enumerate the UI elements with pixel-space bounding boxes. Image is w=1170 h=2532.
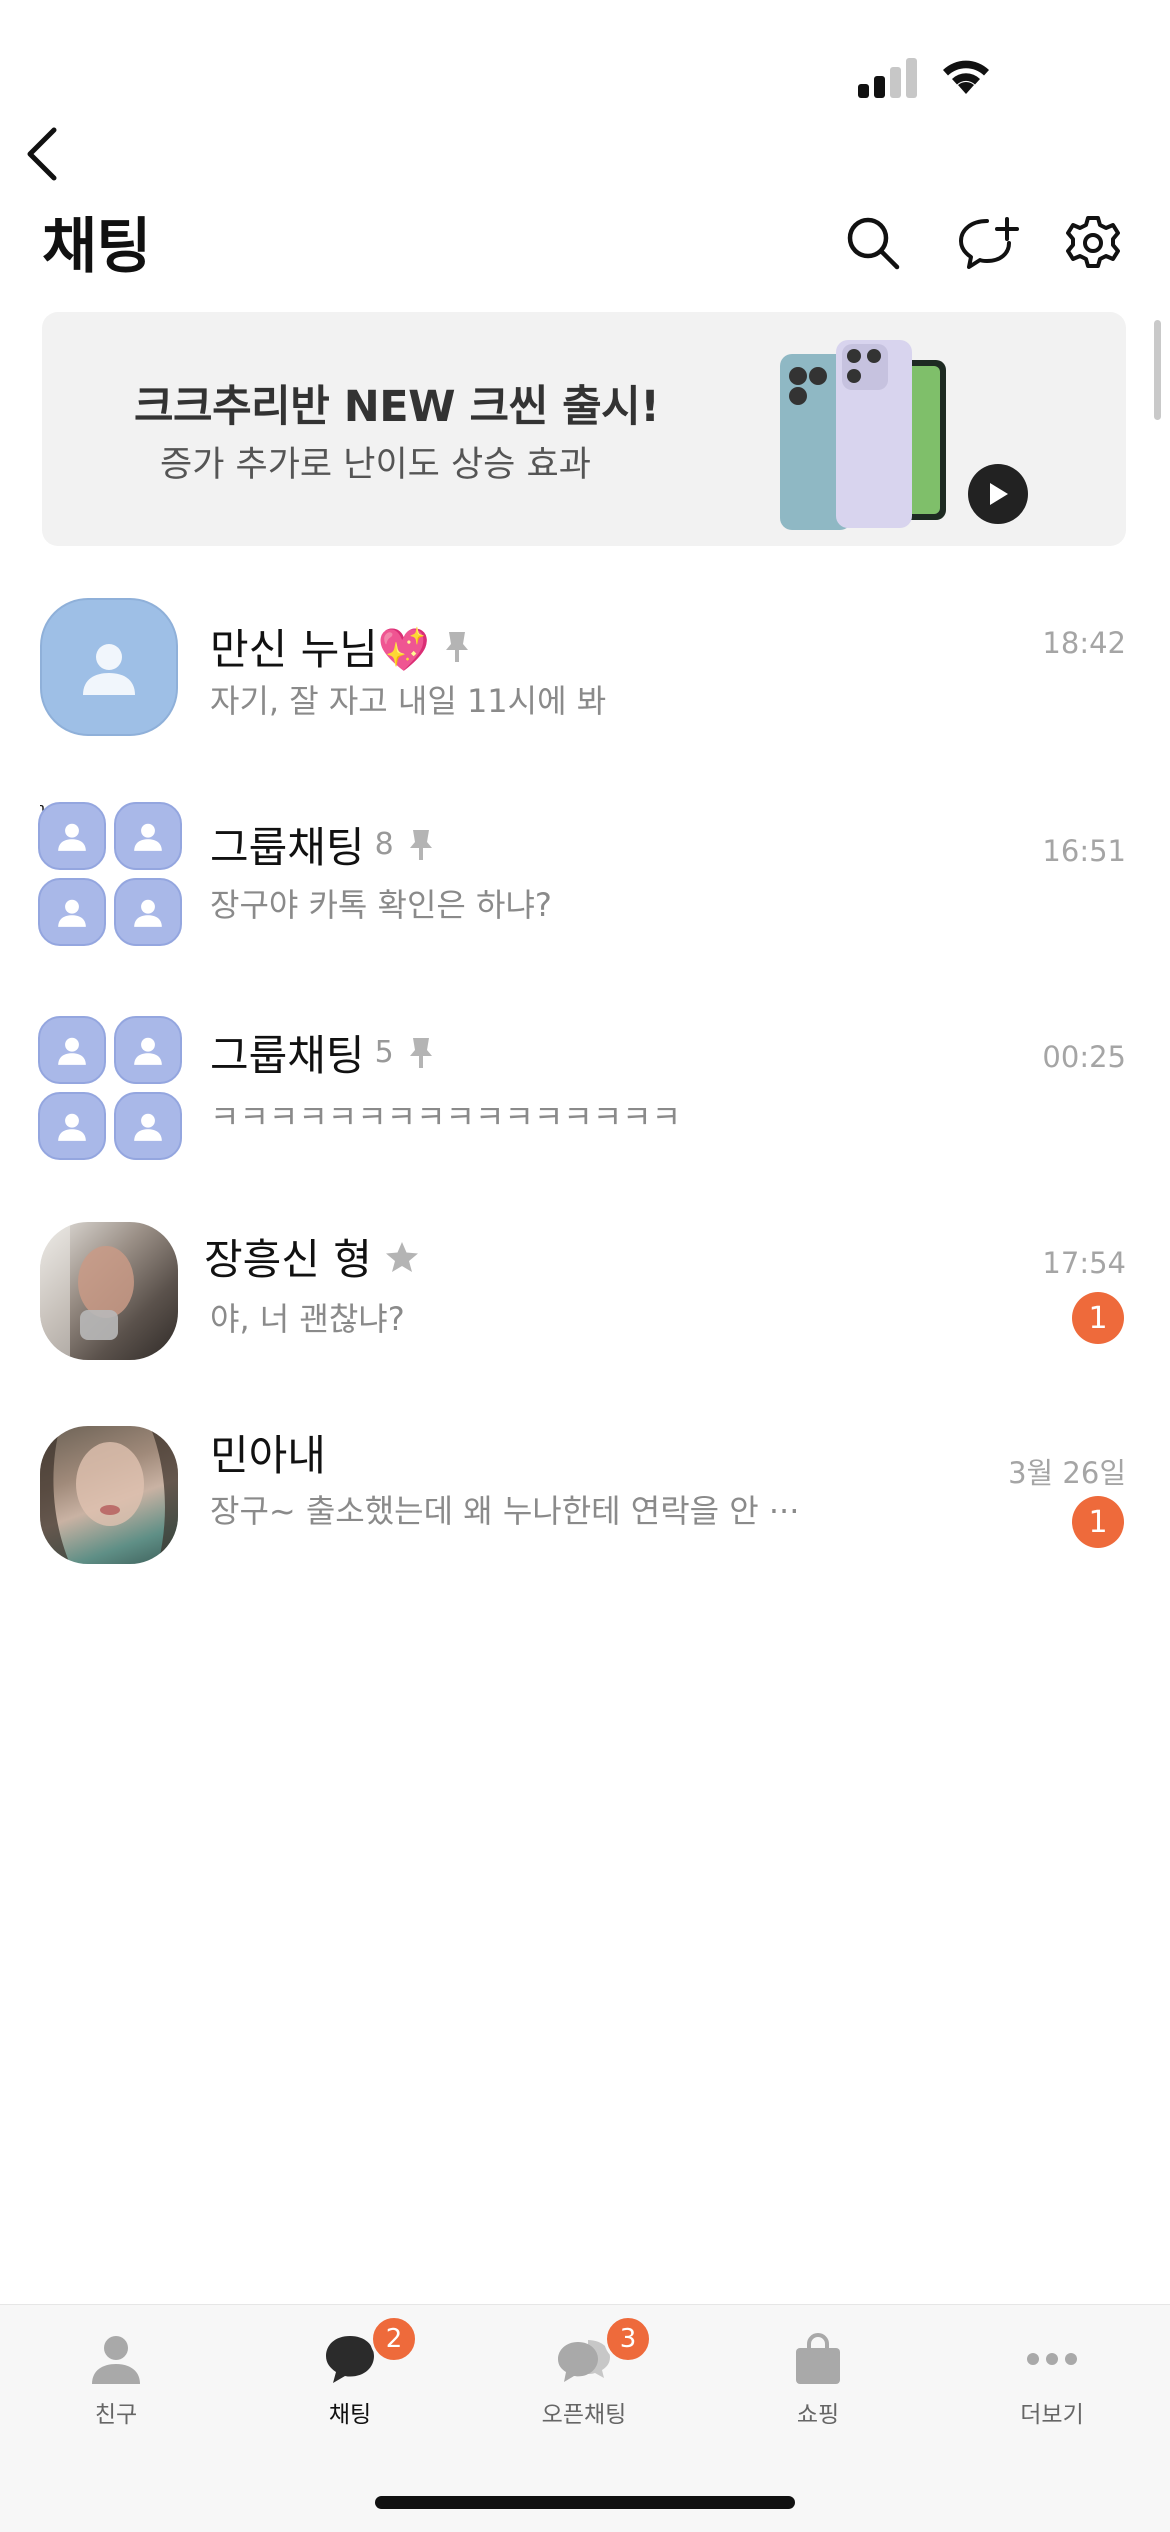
avatar xyxy=(40,1222,178,1360)
home-indicator[interactable] xyxy=(375,2496,795,2509)
chat-time: 17:54 xyxy=(1042,1246,1126,1280)
favorite-star-icon xyxy=(384,1240,420,1274)
chat-name-text: 그룹채팅 xyxy=(210,1031,365,1080)
chat-list-item[interactable]: 그룹채팅 5 ㅋㅋㅋㅋㅋㅋㅋㅋㅋㅋㅋㅋㅋㅋㅋㅋ 00:25 xyxy=(0,1000,1170,1180)
chat-name-text: 만신 누님💖 xyxy=(210,625,431,674)
chat-name: 만신 누님💖 xyxy=(210,616,472,677)
chat-name: 장흥신 형 xyxy=(204,1226,420,1287)
tab-chats[interactable]: 2 채팅 xyxy=(270,2315,430,2439)
chat-bubble-icon: 2 xyxy=(320,2315,418,2389)
new-chat-button[interactable] xyxy=(952,208,1022,278)
chat-time: 3월 26일 xyxy=(1008,1456,1126,1490)
settings-gear-icon xyxy=(1066,216,1120,268)
search-icon xyxy=(847,217,900,270)
banner-subtitle: 증가 추가로 난이도 상승 효과 xyxy=(160,445,591,485)
tab-label: 쇼핑 xyxy=(796,2402,840,2428)
tab-label: 친구 xyxy=(94,2402,138,2428)
chat-last-message: 장구야 카톡 확인은 하냐? xyxy=(210,886,552,924)
chat-time: 16:51 xyxy=(1042,834,1126,868)
chat-name-text: 민아내 xyxy=(210,1431,326,1480)
tab-shopping[interactable]: 쇼핑 xyxy=(738,2329,898,2439)
chat-name-text: 장흥신 형 xyxy=(204,1235,372,1284)
default-person-icon xyxy=(134,899,162,927)
chat-last-message: ㅋㅋㅋㅋㅋㅋㅋㅋㅋㅋㅋㅋㅋㅋㅋㅋ xyxy=(210,1098,682,1136)
chat-name: 그룹채팅 5 xyxy=(210,1022,436,1083)
pin-icon xyxy=(406,1036,436,1070)
member-avatar xyxy=(114,1016,182,1084)
avatar xyxy=(40,598,178,736)
tab-friends[interactable]: 친구 xyxy=(36,2329,196,2439)
chat-last-message: 야, 너 괜찮냐? xyxy=(210,1300,405,1338)
status-bar xyxy=(0,0,1170,130)
pin-icon xyxy=(406,828,436,862)
unread-badge: 1 xyxy=(1072,1292,1124,1344)
group-avatar: } xyxy=(38,802,184,948)
play-icon xyxy=(990,483,1008,505)
tab-badge: 3 xyxy=(604,2315,652,2363)
member-avatar xyxy=(38,1092,106,1160)
member-count: 8 xyxy=(374,827,394,862)
tab-open-chat[interactable]: 3 오픈채팅 xyxy=(504,2315,664,2439)
smartphone-product-image xyxy=(780,340,946,530)
new-chat-icon xyxy=(959,217,1019,269)
default-person-icon xyxy=(58,899,86,927)
promo-banner[interactable]: 크크추리반 NEW 크씬 출시! 증가 추가로 난이도 상승 효과 xyxy=(42,312,1126,546)
default-person-icon xyxy=(58,823,86,851)
chat-name: 민아내 xyxy=(210,1422,326,1483)
profile-photo xyxy=(40,1222,134,1360)
default-person-icon xyxy=(83,644,135,695)
chat-list-item[interactable]: 장흥신 형 야, 너 괜찮냐? 17:54 1 xyxy=(0,1206,1170,1386)
more-dots-icon xyxy=(1022,2329,1082,2389)
tab-label: 채팅 xyxy=(328,2402,372,2428)
default-person-icon xyxy=(134,1113,162,1141)
group-avatar xyxy=(38,1016,184,1162)
chat-list-item[interactable]: } 그룹채팅 8 장구야 카톡 확인은 하냐? 16:51 xyxy=(0,794,1170,974)
default-person-icon xyxy=(134,1037,162,1065)
tab-badge: 2 xyxy=(370,2315,418,2363)
back-arrow-icon xyxy=(27,127,57,181)
banner-title: 크크추리반 NEW 크씬 출시! xyxy=(134,382,660,432)
member-avatar xyxy=(114,802,182,870)
person-icon xyxy=(86,2329,146,2389)
default-person-icon xyxy=(58,1037,86,1065)
shopping-bag-icon xyxy=(788,2329,848,2389)
chat-name: 그룹채팅 8 xyxy=(210,814,436,875)
play-button[interactable] xyxy=(968,464,1028,524)
chat-list-item[interactable]: 만신 누님💖 자기, 잘 자고 내일 11시에 봐 18:42 xyxy=(0,586,1170,766)
unread-badge: 1 xyxy=(1072,1496,1124,1548)
wifi-icon xyxy=(943,60,989,94)
chat-last-message: 자기, 잘 자고 내일 11시에 봐 xyxy=(210,682,607,720)
settings-button[interactable] xyxy=(1058,208,1128,278)
chat-time: 18:42 xyxy=(1042,626,1126,660)
scrollbar[interactable] xyxy=(1154,320,1161,420)
member-count: 5 xyxy=(374,1035,394,1070)
search-button[interactable] xyxy=(838,208,908,278)
default-person-icon xyxy=(134,823,162,851)
member-avatar xyxy=(114,1092,182,1160)
default-person-icon xyxy=(58,1113,86,1141)
page-title: 채팅 xyxy=(42,212,151,282)
tab-more[interactable]: 더보기 xyxy=(972,2329,1132,2439)
member-avatar xyxy=(38,878,106,946)
tab-label: 더보기 xyxy=(1020,2402,1084,2428)
back-button[interactable] xyxy=(14,122,70,186)
member-avatar xyxy=(38,1016,106,1084)
chat-name-text: 그룹채팅 xyxy=(210,823,365,872)
member-avatar xyxy=(114,878,182,946)
chat-time: 00:25 xyxy=(1042,1040,1126,1074)
cellular-signal-icon xyxy=(858,58,920,98)
tab-label: 오픈채팅 xyxy=(541,2402,627,2428)
profile-photo xyxy=(40,1426,178,1564)
open-chat-icon: 3 xyxy=(554,2315,652,2389)
member-avatar xyxy=(38,802,106,870)
chat-list-item[interactable]: 민아내 장구~ 출소했는데 왜 누나한테 연락을 안 ··· 3월 26일 1 xyxy=(0,1410,1170,1590)
chat-last-message: 장구~ 출소했는데 왜 누나한테 연락을 안 ··· xyxy=(210,1492,800,1530)
pin-icon xyxy=(442,630,472,664)
avatar xyxy=(40,1426,178,1564)
